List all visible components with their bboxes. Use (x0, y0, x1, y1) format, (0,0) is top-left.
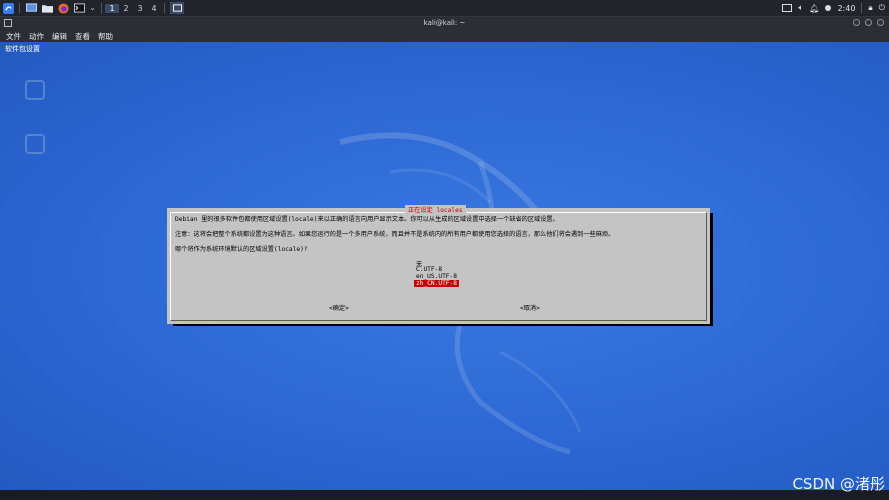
taskbar: ⌄ 1 2 3 4 🔈︎ 🔔︎ 2:40 🔒︎ ⏻ (0, 0, 889, 17)
menu-action[interactable]: 动作 (29, 31, 44, 42)
workspace-1[interactable]: 1 (105, 3, 119, 13)
terminal-icon[interactable] (73, 2, 85, 14)
window-controls (853, 19, 884, 26)
maximize-button[interactable] (865, 19, 872, 26)
menu-edit[interactable]: 编辑 (52, 31, 67, 42)
clock[interactable]: 2:40 (837, 4, 855, 13)
kali-menu-icon[interactable] (2, 2, 14, 14)
dialog-title: 正在设定 locales (405, 205, 466, 214)
dialog-note: 注意：这将会把整个系统都设置为这种语言。如果您运行的是一个多用户系统，而且并不是… (175, 231, 615, 238)
volume-icon[interactable]: 🔈︎ (798, 3, 803, 13)
workspace-2[interactable]: 2 (119, 4, 133, 13)
monitor-icon[interactable] (782, 4, 793, 12)
system-tray: 🔈︎ 🔔︎ 2:40 🔒︎ ⏻ (782, 0, 885, 16)
ghost-desktop-icon (15, 134, 55, 157)
locale-option-en-us-utf8[interactable]: en_US.UTF-8 (416, 273, 457, 280)
cancel-button[interactable]: <取消> (520, 303, 540, 312)
dialog-description: Debian 里的很多软件包都使用区域设置(locale)来以正确的语言向用户显… (175, 216, 559, 223)
logout-icon[interactable]: ⏻ (879, 3, 885, 13)
locale-option-c-utf8[interactable]: C.UTF-8 (416, 266, 442, 273)
terminal-background: 软件包设置 正在设定 locales Debian 里的很多软件包都使用区域设置… (0, 42, 889, 490)
window-titlebar[interactable]: kali@kali: ~ (0, 17, 889, 30)
ok-button[interactable]: <确定> (329, 303, 349, 312)
dialog-question: 哪个将作为系统环境默认的区域设置(locale)? (175, 246, 308, 253)
taskbar-separator (101, 2, 102, 14)
chevron-down-icon[interactable]: ⌄ (89, 2, 96, 14)
power-status-icon[interactable] (825, 5, 832, 11)
firefox-icon[interactable] (57, 2, 69, 14)
csdn-watermark: CSDN @渚彤 (792, 475, 885, 493)
folder-icon[interactable] (41, 2, 53, 14)
ghost-desktop-icon (15, 80, 55, 103)
taskbar-separator (19, 2, 20, 14)
taskbar-separator (164, 2, 165, 14)
window-title: kali@kali: ~ (423, 19, 466, 27)
workspace-4[interactable]: 4 (147, 4, 161, 13)
bell-icon[interactable]: 🔔︎ (809, 4, 819, 13)
menu-view[interactable]: 查看 (75, 31, 90, 42)
menu-file[interactable]: 文件 (6, 31, 21, 42)
taskbar-separator (861, 3, 863, 13)
lock-icon[interactable]: 🔒︎ (868, 3, 872, 13)
close-button[interactable] (877, 19, 884, 26)
desktop-icon[interactable] (25, 2, 37, 14)
locales-dialog: 正在设定 locales Debian 里的很多软件包都使用区域设置(local… (167, 205, 710, 324)
menu-help[interactable]: 帮助 (98, 31, 113, 42)
minimize-button[interactable] (853, 19, 860, 26)
locale-option-zh-cn-utf8-selected[interactable]: zh_CN.UTF-8 (414, 280, 459, 287)
package-config-label: 软件包设置 (5, 45, 40, 53)
workspace-3[interactable]: 3 (133, 4, 147, 13)
bottom-strip (0, 490, 889, 500)
window-icon[interactable] (170, 2, 184, 14)
menubar: 文件 动作 编辑 查看 帮助 (0, 30, 889, 42)
